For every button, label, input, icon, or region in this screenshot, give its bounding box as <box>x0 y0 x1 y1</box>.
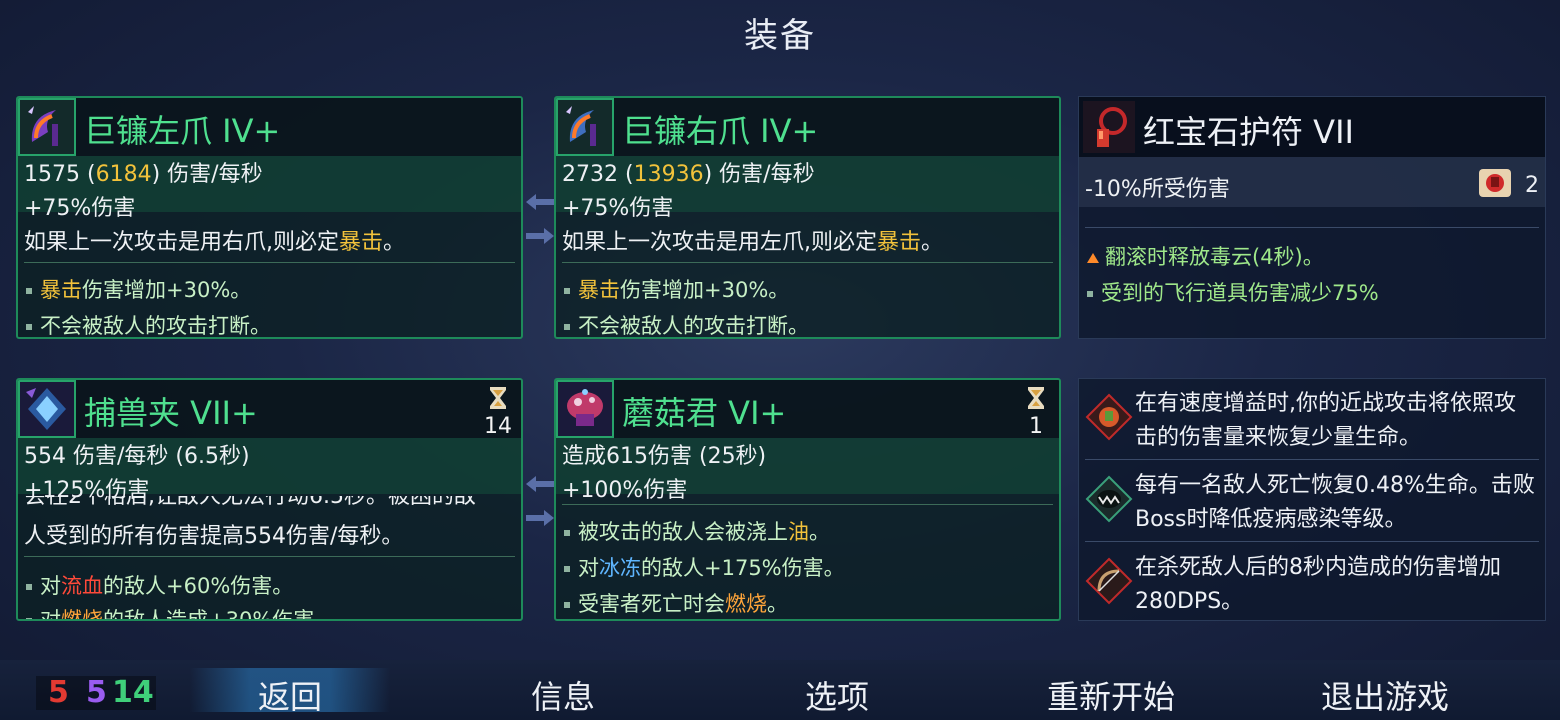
skill-description-partial: 会在2个格后,让敌人无法行动6.5秒。被困的敌 <box>24 496 476 509</box>
weapon-description: 如果上一次攻击是用左爪,则必定暴击。 <box>562 230 944 255</box>
amulet-effect: 受到的飞行道具伤害减少75% <box>1087 277 1379 307</box>
weapon-card-left-claw[interactable]: 巨镰左爪 IV+ 1575 (6184) 伤害/每秒 +75%伤害 如果上一次攻… <box>16 96 523 339</box>
weapon-effect: 暴击伤害增加+30%。 <box>564 274 789 304</box>
bow-icon <box>1085 557 1133 605</box>
hourglass-icon <box>490 387 506 409</box>
skill-effect: 对冰冻的敌人+175%伤害。 <box>564 552 845 582</box>
fire-icon <box>1087 253 1099 263</box>
info-button[interactable]: 信息 <box>463 672 663 718</box>
skill-bonus: +100%伤害 <box>562 478 688 503</box>
skill-effect: 受害者死亡时会燃烧。 <box>564 588 788 618</box>
cooldown-indicator: 1 <box>1021 386 1051 439</box>
bottom-menu-bar: 5 5 14 返回 信息 选项 重新开始 退出游戏 <box>0 660 1560 720</box>
swap-left-arrow-icon[interactable] <box>526 476 554 492</box>
scroll-count: 2 <box>1525 173 1539 198</box>
brutality-count: 5 <box>48 675 69 710</box>
skill-dps-line: 554 伤害/每秒 (6.5秒) <box>24 444 250 469</box>
options-button[interactable]: 选项 <box>737 672 937 718</box>
survival-count: 14 <box>112 675 154 710</box>
mutation-row[interactable]: 每有一名敌人死亡恢复0.48%生命。击败Boss时降低疫病感染等级。 <box>1079 461 1545 539</box>
weapon-card-right-claw[interactable]: 巨镰右爪 IV+ 2732 (13936) 伤害/每秒 +75%伤害 如果上一次… <box>554 96 1061 339</box>
back-button[interactable]: 返回 <box>190 668 390 716</box>
swap-left-arrow-icon[interactable] <box>526 194 554 210</box>
ruby-amulet-icon <box>1083 101 1135 153</box>
swap-right-arrow-icon[interactable] <box>526 510 554 526</box>
weapon-effect: 不会被敌人的攻击打断。 <box>564 310 809 337</box>
cooldown-indicator: 14 <box>483 386 513 439</box>
weapon-dps-line: 2732 (13936) 伤害/每秒 <box>562 162 815 187</box>
stat-scroll-counts: 5 5 14 <box>36 675 156 710</box>
skill-name: 捕兽夹 VII+ <box>84 394 258 432</box>
amulet-stat: -10%所受伤害 <box>1085 177 1230 202</box>
quit-game-button[interactable]: 退出游戏 <box>1285 672 1485 718</box>
mutation-row[interactable]: 在有速度增益时,你的近战攻击将依照攻击的伤害量来恢复少量生命。 <box>1079 379 1545 457</box>
weapon-bonus: +75%伤害 <box>562 196 674 221</box>
skill-description: 人受到的所有伤害提高554伤害/每秒。 <box>24 524 404 549</box>
swap-right-arrow-icon[interactable] <box>526 228 554 244</box>
skill-effect: 对流血的敌人+60%伤害。 <box>26 570 293 600</box>
skill-damage-line: 造成615伤害 (25秒) <box>562 444 767 469</box>
amulet-card[interactable]: 红宝石护符 VII -10%所受伤害 2 翻滚时释放毒云(4秒)。 受到的飞行道… <box>1078 96 1546 339</box>
amulet-effect: 翻滚时释放毒云(4秒)。 <box>1087 241 1324 271</box>
weapon-dps-line: 1575 (6184) 伤害/每秒 <box>24 162 263 187</box>
skill-card-mushroom-boi[interactable]: 蘑菇君 VI+ 1 造成615伤害 (25秒) +100%伤害 被攻击的敌人会被… <box>554 378 1061 621</box>
scythe-claw-icon <box>18 98 76 156</box>
vampire-fist-icon <box>1085 393 1133 441</box>
weapon-effect: 暴击伤害增加+30%。 <box>26 274 251 304</box>
mushroom-icon <box>556 380 614 438</box>
page-title: 装备 <box>744 16 816 56</box>
skill-effect: 对燃烧的敌人造成+30%伤害 <box>26 604 314 619</box>
hourglass-icon <box>1028 387 1044 409</box>
skill-card-wolf-trap[interactable]: 捕兽夹 VII+ 14 554 伤害/每秒 (6.5秒) +125%伤害 会在2… <box>16 378 523 621</box>
weapon-bonus: +75%伤害 <box>24 196 136 221</box>
weapon-description: 如果上一次攻击是用右爪,则必定暴击。 <box>24 230 406 255</box>
amulet-name: 红宝石护符 VII <box>1143 113 1354 151</box>
mutation-row[interactable]: 在杀死敌人后的8秒内造成的伤害增加280DPS。 <box>1079 543 1545 621</box>
weapon-effect: 不会被敌人的攻击打断。 <box>26 310 271 337</box>
scythe-claw-icon <box>556 98 614 156</box>
wolf-trap-icon <box>18 380 76 438</box>
mutations-panel: 在有速度增益时,你的近战攻击将依照攻击的伤害量来恢复少量生命。 每有一名敌人死亡… <box>1078 378 1546 621</box>
restart-button[interactable]: 重新开始 <box>1011 672 1211 718</box>
tactics-count: 5 <box>86 675 107 710</box>
weapon-name: 巨镰左爪 IV+ <box>84 112 281 150</box>
skill-name: 蘑菇君 VI+ <box>622 394 787 432</box>
scroll-of-brutality-icon <box>1475 163 1515 203</box>
weapon-name: 巨镰右爪 IV+ <box>622 112 819 150</box>
skill-effect: 被攻击的敌人会被浇上油。 <box>564 516 830 546</box>
fanged-mouth-icon <box>1085 475 1133 523</box>
